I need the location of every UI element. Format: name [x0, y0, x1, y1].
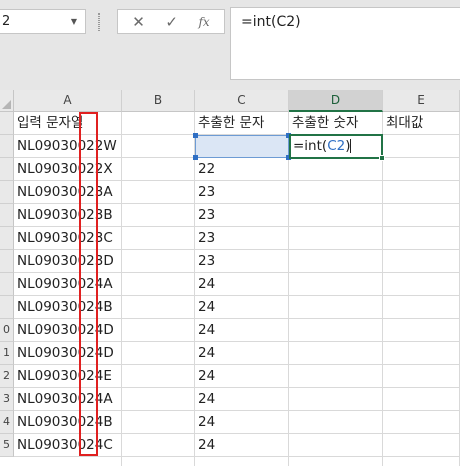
select-all-icon	[2, 100, 11, 109]
row-header[interactable]	[0, 112, 14, 135]
column-header-d[interactable]: D	[289, 90, 383, 112]
cell-input-string[interactable]: NL09030024D	[14, 342, 122, 365]
insert-function-icon[interactable]: fx	[198, 15, 209, 29]
cell-extracted-char[interactable]: 23	[195, 204, 289, 227]
cell-extracted-char[interactable]: 24	[195, 388, 289, 411]
row-header[interactable]: 3	[0, 388, 14, 411]
formula-bar: 2 ▼ ✕ ✓ fx =int(C2)	[0, 0, 460, 90]
highlight-box	[79, 112, 98, 456]
fill-handle[interactable]	[379, 155, 385, 161]
cancel-icon[interactable]: ✕	[132, 13, 145, 31]
row-header[interactable]: 0	[0, 319, 14, 342]
cell-input-string[interactable]: NL09030023C	[14, 227, 122, 250]
ref-handle[interactable]	[193, 155, 198, 160]
text-caret	[350, 139, 352, 153]
header-input-strings[interactable]: 입력 문자열	[14, 112, 122, 135]
cell-extracted-char[interactable]: 24	[195, 411, 289, 434]
formula-bar-separator[interactable]	[98, 13, 100, 31]
row-header[interactable]	[0, 135, 14, 158]
cell-extracted-char[interactable]: 23	[195, 227, 289, 250]
cell-extracted-char[interactable]: 23	[195, 250, 289, 273]
header-extracted-chars[interactable]: 추출한 문자	[195, 112, 289, 135]
formula-ref: C2	[327, 138, 346, 154]
column-header-c[interactable]: C	[195, 90, 289, 112]
active-cell-d2[interactable]: =int(C2)	[289, 134, 385, 161]
header-extracted-numbers[interactable]: 추출한 숫자	[289, 112, 383, 135]
cell-extracted-char[interactable]: 24	[195, 365, 289, 388]
cell-extracted-char[interactable]: 24	[195, 273, 289, 296]
cell-input-string[interactable]: NL09030023B	[14, 204, 122, 227]
cell-input-string[interactable]: NL09030024E	[14, 365, 122, 388]
editing-formula[interactable]: =int(C2)	[291, 136, 381, 157]
cell-extracted-char[interactable]: 23	[195, 181, 289, 204]
row-header[interactable]	[0, 273, 14, 296]
cell-extracted-char[interactable]: 22	[195, 158, 289, 181]
formula-buttons: ✕ ✓ fx	[117, 9, 225, 34]
column-header-b[interactable]: B	[122, 90, 195, 112]
row-header[interactable]	[0, 181, 14, 204]
formula-prefix: =int(	[293, 138, 328, 154]
referenced-cell-c2	[193, 133, 291, 160]
cell-input-string[interactable]: NL09030024A	[14, 388, 122, 411]
cell-input-string[interactable]: NL09030023D	[14, 250, 122, 273]
cell-extracted-char[interactable]: 24	[195, 319, 289, 342]
cell-input-string[interactable]: NL09030024B	[14, 296, 122, 319]
cell-input-string[interactable]: NL09030022X	[14, 158, 122, 181]
row-header[interactable]	[0, 296, 14, 319]
cell-extracted-char[interactable]: 24	[195, 342, 289, 365]
cell-extracted-char[interactable]: 24	[195, 296, 289, 319]
cell-input-string[interactable]: NL09030024D	[14, 319, 122, 342]
row-header[interactable]: 4	[0, 411, 14, 434]
spreadsheet-grid[interactable]: EDCBA 0 1 2 3 4 5 입력 문자열 추출한 문자 추출한 숫자 최대값 NL09030…	[0, 90, 460, 466]
row-header[interactable]	[0, 250, 14, 273]
name-box[interactable]: 2 ▼	[0, 9, 86, 34]
ref-handle[interactable]	[193, 133, 198, 138]
row-header[interactable]	[0, 227, 14, 250]
row-header[interactable]: 5	[0, 434, 14, 457]
cell-input-string[interactable]: NL09030024B	[14, 411, 122, 434]
row-header[interactable]	[0, 204, 14, 227]
cell-extracted-char[interactable]: 24	[195, 434, 289, 457]
header-max-value[interactable]: 최대값	[383, 112, 460, 135]
cell-input-string[interactable]: NL09030023A	[14, 181, 122, 204]
row-header[interactable]: 2	[0, 365, 14, 388]
select-all-corner[interactable]	[0, 90, 14, 112]
row-header[interactable]	[0, 158, 14, 181]
chevron-down-icon[interactable]: ▼	[71, 10, 77, 33]
cell-input-string[interactable]: NL09030024C	[14, 434, 122, 457]
cell-input-string[interactable]: NL09030024A	[14, 273, 122, 296]
grid-line	[382, 112, 383, 466]
name-box-value: 2	[2, 14, 11, 29]
column-header-e[interactable]: E	[383, 90, 460, 112]
formula-input[interactable]: =int(C2)	[230, 7, 460, 80]
enter-icon[interactable]: ✓	[165, 13, 178, 31]
row-header[interactable]: 1	[0, 342, 14, 365]
column-header-a[interactable]: A	[14, 90, 122, 112]
cell-input-string[interactable]: NL09030022W	[14, 135, 122, 158]
